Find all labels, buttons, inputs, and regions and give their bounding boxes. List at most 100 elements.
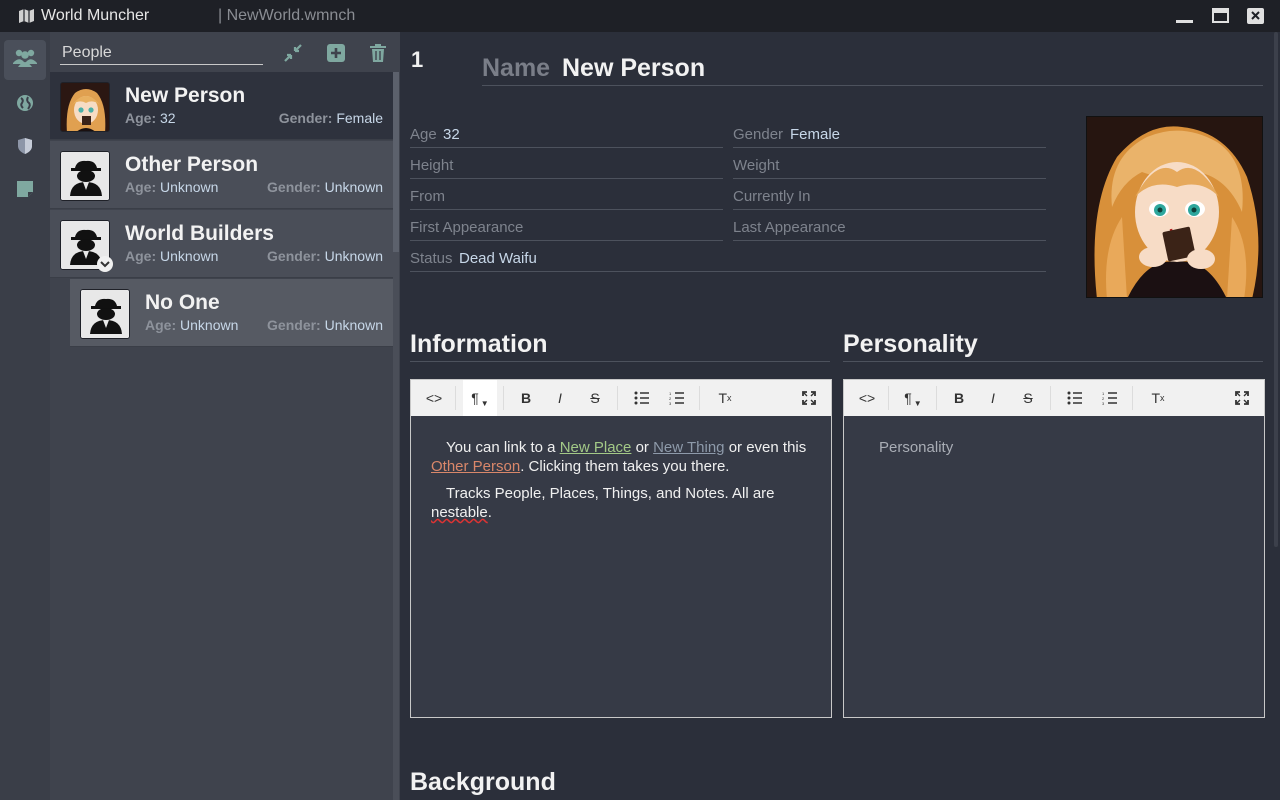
personality-editor[interactable]: <> ¶ ▼ B I S 123 Tx Personality: [843, 379, 1265, 718]
age-field[interactable]: Age 32: [410, 124, 723, 148]
entry-name: Other Person: [125, 153, 259, 176]
fullscreen-icon[interactable]: [794, 386, 824, 410]
personality-content[interactable]: Personality: [844, 416, 1264, 717]
paragraph-format-button[interactable]: ¶ ▼: [463, 380, 497, 416]
rail-people[interactable]: [4, 40, 46, 80]
last-appearance-label: Last Appearance: [733, 219, 846, 236]
app-title: World Muncher: [41, 7, 150, 24]
personality-placeholder: Personality: [879, 439, 954, 456]
entry-gender: Gender: Unknown: [267, 248, 383, 264]
link-new-thing[interactable]: New Thing: [653, 439, 724, 456]
numbered-list-icon[interactable]: 123: [1095, 386, 1125, 410]
information-title: Information: [410, 330, 548, 358]
currently-in-label: Currently In: [733, 188, 811, 205]
list-scrollbar[interactable]: [393, 72, 399, 800]
weight-field[interactable]: Weight: [733, 155, 1046, 179]
first-appearance-field[interactable]: First Appearance: [410, 217, 723, 241]
avatar: [60, 82, 110, 132]
entry-gender: Gender: Unknown: [267, 317, 383, 333]
from-field[interactable]: From: [410, 186, 723, 210]
entry-gender: Gender: Female: [278, 110, 383, 126]
bold-button[interactable]: B: [511, 386, 541, 410]
paragraph-format-button[interactable]: ¶ ▼: [896, 386, 930, 410]
code-view-button[interactable]: <>: [419, 386, 449, 410]
list-item-child[interactable]: No One Age: Unknown Gender: Unknown: [70, 279, 393, 347]
link-other-person[interactable]: Other Person: [431, 458, 520, 475]
currently-in-field[interactable]: Currently In: [733, 186, 1046, 210]
bulleted-list-icon[interactable]: [1060, 386, 1090, 410]
bulleted-list-icon[interactable]: [627, 386, 657, 410]
entry-age: Age: Unknown: [125, 179, 219, 195]
spy-avatar-icon: [60, 151, 110, 201]
editor-toolbar: <> ¶ ▼ B I S 123 Tx: [411, 380, 831, 416]
entry-age: Age: 32: [125, 110, 176, 126]
entry-age: Age: Unknown: [145, 317, 239, 333]
title-bar: World Muncher | NewWorld.wmnch: [0, 0, 1280, 32]
height-label: Height: [410, 157, 454, 174]
entry-id: 1: [411, 47, 424, 72]
file-name: | NewWorld.wmnch: [218, 7, 356, 24]
information-editor[interactable]: <> ¶ ▼ B I S 123 Tx You can link to a New…: [410, 379, 832, 718]
close-button[interactable]: [1246, 6, 1266, 26]
weight-label: Weight: [733, 157, 780, 174]
fullscreen-icon[interactable]: [1227, 386, 1257, 410]
maximize-button[interactable]: [1211, 6, 1231, 26]
entry-age: Age: Unknown: [125, 248, 219, 264]
detail-scrollbar[interactable]: [1272, 32, 1280, 800]
age-value: 32: [443, 126, 460, 143]
add-entry-icon[interactable]: [325, 42, 347, 64]
minimize-button[interactable]: [1175, 6, 1195, 26]
list-item[interactable]: New Person Age: 32 Gender: Female: [50, 72, 393, 140]
svg-text:3: 3: [669, 401, 672, 405]
divider: [843, 361, 1263, 362]
chevron-down-icon[interactable]: [97, 256, 113, 272]
name-field[interactable]: Name New Person: [482, 54, 1263, 86]
entry-name: New Person: [125, 84, 246, 107]
background-title: Background: [410, 768, 556, 796]
status-label: Status: [410, 250, 453, 267]
svg-text:3: 3: [1102, 401, 1105, 405]
gender-field[interactable]: Gender Female: [733, 124, 1046, 148]
information-content[interactable]: You can link to a New Place or New Thing…: [411, 416, 831, 717]
name-label: Name: [482, 54, 551, 82]
entry-name: No One: [145, 291, 220, 314]
clear-format-button[interactable]: Tx: [710, 386, 740, 410]
rail-notes[interactable]: [4, 171, 46, 211]
people-icon: [12, 48, 38, 73]
strikethrough-button[interactable]: S: [1013, 386, 1043, 410]
code-view-button[interactable]: <>: [852, 386, 882, 410]
link-new-place[interactable]: New Place: [560, 439, 632, 456]
rail-things[interactable]: [4, 128, 46, 168]
bold-button[interactable]: B: [944, 386, 974, 410]
age-label: Age: [410, 126, 437, 143]
clear-format-button[interactable]: Tx: [1143, 386, 1173, 410]
entry-gender: Gender: Unknown: [267, 179, 383, 195]
italic-button[interactable]: I: [545, 386, 575, 410]
category-rail: [0, 32, 50, 800]
map-icon: [18, 8, 35, 29]
italic-button[interactable]: I: [978, 386, 1008, 410]
list-item[interactable]: Other Person Age: Unknown Gender: Unknow…: [50, 141, 393, 209]
status-value: Dead Waifu: [459, 250, 537, 267]
personality-title: Personality: [843, 330, 978, 358]
status-field[interactable]: Status Dead Waifu: [410, 248, 1046, 272]
entry-name: World Builders: [125, 222, 274, 245]
name-value: New Person: [562, 54, 706, 82]
spy-avatar-icon: [80, 289, 130, 339]
height-field[interactable]: Height: [410, 155, 723, 179]
portrait-image[interactable]: [1086, 116, 1263, 298]
first-appearance-label: First Appearance: [410, 219, 524, 236]
trash-icon[interactable]: [367, 42, 389, 64]
note-icon: [16, 180, 34, 203]
gender-value: Female: [790, 126, 841, 143]
numbered-list-icon[interactable]: 123: [662, 386, 692, 410]
from-label: From: [410, 188, 445, 205]
globe-icon: [16, 94, 34, 117]
last-appearance-field[interactable]: Last Appearance: [733, 217, 1046, 241]
rail-places[interactable]: [4, 85, 46, 125]
search-input[interactable]: [60, 41, 263, 65]
divider: [410, 361, 830, 362]
strikethrough-button[interactable]: S: [580, 386, 610, 410]
collapse-all-icon[interactable]: [282, 42, 304, 64]
list-item[interactable]: World Builders Age: Unknown Gender: Unkn…: [50, 210, 393, 278]
